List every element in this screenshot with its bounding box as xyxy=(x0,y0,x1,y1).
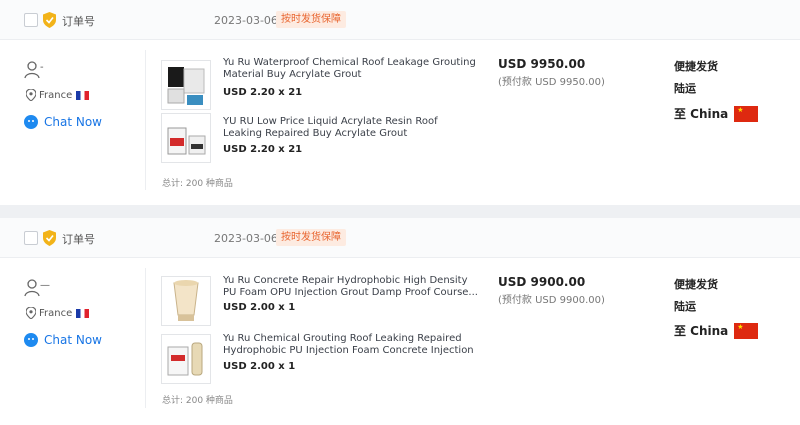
seller-name: - xyxy=(40,62,44,73)
chat-now-label: Chat Now xyxy=(44,333,102,347)
product-thumbnail[interactable] xyxy=(161,60,211,110)
chat-now-link[interactable]: Chat Now xyxy=(24,333,102,347)
order-number-label: 订单号 xyxy=(62,233,95,246)
product-price-qty: USD 2.20 x 21 xyxy=(223,87,303,98)
order-price: USD 9900.00 xyxy=(498,275,586,289)
order-number-label: 订单号 xyxy=(62,15,95,28)
product-price-qty: USD 2.20 x 21 xyxy=(223,144,303,155)
chat-icon xyxy=(24,333,38,347)
product-price-qty: USD 2.00 x 1 xyxy=(223,302,296,313)
product-thumbnail[interactable] xyxy=(161,113,211,163)
seller-info: - France Chat Now xyxy=(24,60,144,129)
guarantee-badge: 按时发货保障 xyxy=(276,229,346,246)
location-text: France xyxy=(39,307,73,319)
seller-location: France xyxy=(26,89,90,101)
seller-location: France xyxy=(26,307,90,319)
chat-now-link[interactable]: Chat Now xyxy=(24,115,102,129)
france-flag-icon xyxy=(76,308,90,318)
shipping-mode: 陆运 xyxy=(674,300,696,313)
chat-now-label: Chat Now xyxy=(44,115,102,129)
destination-text: 至 China xyxy=(674,107,729,121)
location-text: France xyxy=(39,89,73,101)
item-total: 总计: 200 种商品 xyxy=(162,396,233,406)
product-thumbnail[interactable] xyxy=(161,334,211,384)
order-checkbox[interactable] xyxy=(24,231,38,245)
prepayment: (预付款 USD 9950.00) xyxy=(498,77,605,88)
destination: 至 China xyxy=(674,105,759,122)
shipping-mode: 陆运 xyxy=(674,82,696,95)
product-price-qty: USD 2.00 x 1 xyxy=(223,361,296,372)
order-date: 2023-03-06 xyxy=(214,14,278,27)
product-name-link[interactable]: Yu Ru Chemical Grouting Roof Leaking Rep… xyxy=(223,333,478,357)
location-pin-icon xyxy=(26,307,36,319)
shield-icon xyxy=(43,12,56,28)
divider xyxy=(145,268,146,408)
destination: 至 China xyxy=(674,322,759,339)
location-pin-icon xyxy=(26,89,36,101)
order-price: USD 9950.00 xyxy=(498,57,586,71)
divider xyxy=(145,50,146,190)
order-card: 订单号 2023-03-06 按时发货保障 — France Chat Now xyxy=(0,218,800,425)
shield-icon xyxy=(43,230,56,246)
product-thumbnail[interactable] xyxy=(161,276,211,326)
item-total: 总计: 200 种商品 xyxy=(162,179,233,189)
product-name-link[interactable]: Yu Ru Concrete Repair Hydrophobic High D… xyxy=(223,275,478,299)
prepayment: (预付款 USD 9900.00) xyxy=(498,295,605,306)
order-header: 订单号 2023-03-06 按时发货保障 xyxy=(0,0,800,40)
order-date: 2023-03-06 xyxy=(214,232,278,245)
seller-info: — France Chat Now xyxy=(24,278,144,347)
product-name-link[interactable]: Yu Ru Waterproof Chemical Roof Leakage G… xyxy=(223,57,478,81)
order-header: 订单号 2023-03-06 按时发货保障 xyxy=(0,218,800,258)
order-checkbox[interactable] xyxy=(24,13,38,27)
destination-text: 至 China xyxy=(674,324,729,338)
product-name-link[interactable]: YU RU Low Price Liquid Acrylate Resin Ro… xyxy=(223,116,478,140)
order-card: 订单号 2023-03-06 按时发货保障 - France Chat Now xyxy=(0,0,800,205)
france-flag-icon xyxy=(76,90,90,100)
china-flag-icon xyxy=(734,105,759,122)
china-flag-icon xyxy=(734,322,759,339)
seller-name: — xyxy=(40,280,50,291)
chat-icon xyxy=(24,115,38,129)
guarantee-badge: 按时发货保障 xyxy=(276,11,346,28)
shipping-method: 便捷发货 xyxy=(674,278,718,291)
shipping-method: 便捷发货 xyxy=(674,60,718,73)
